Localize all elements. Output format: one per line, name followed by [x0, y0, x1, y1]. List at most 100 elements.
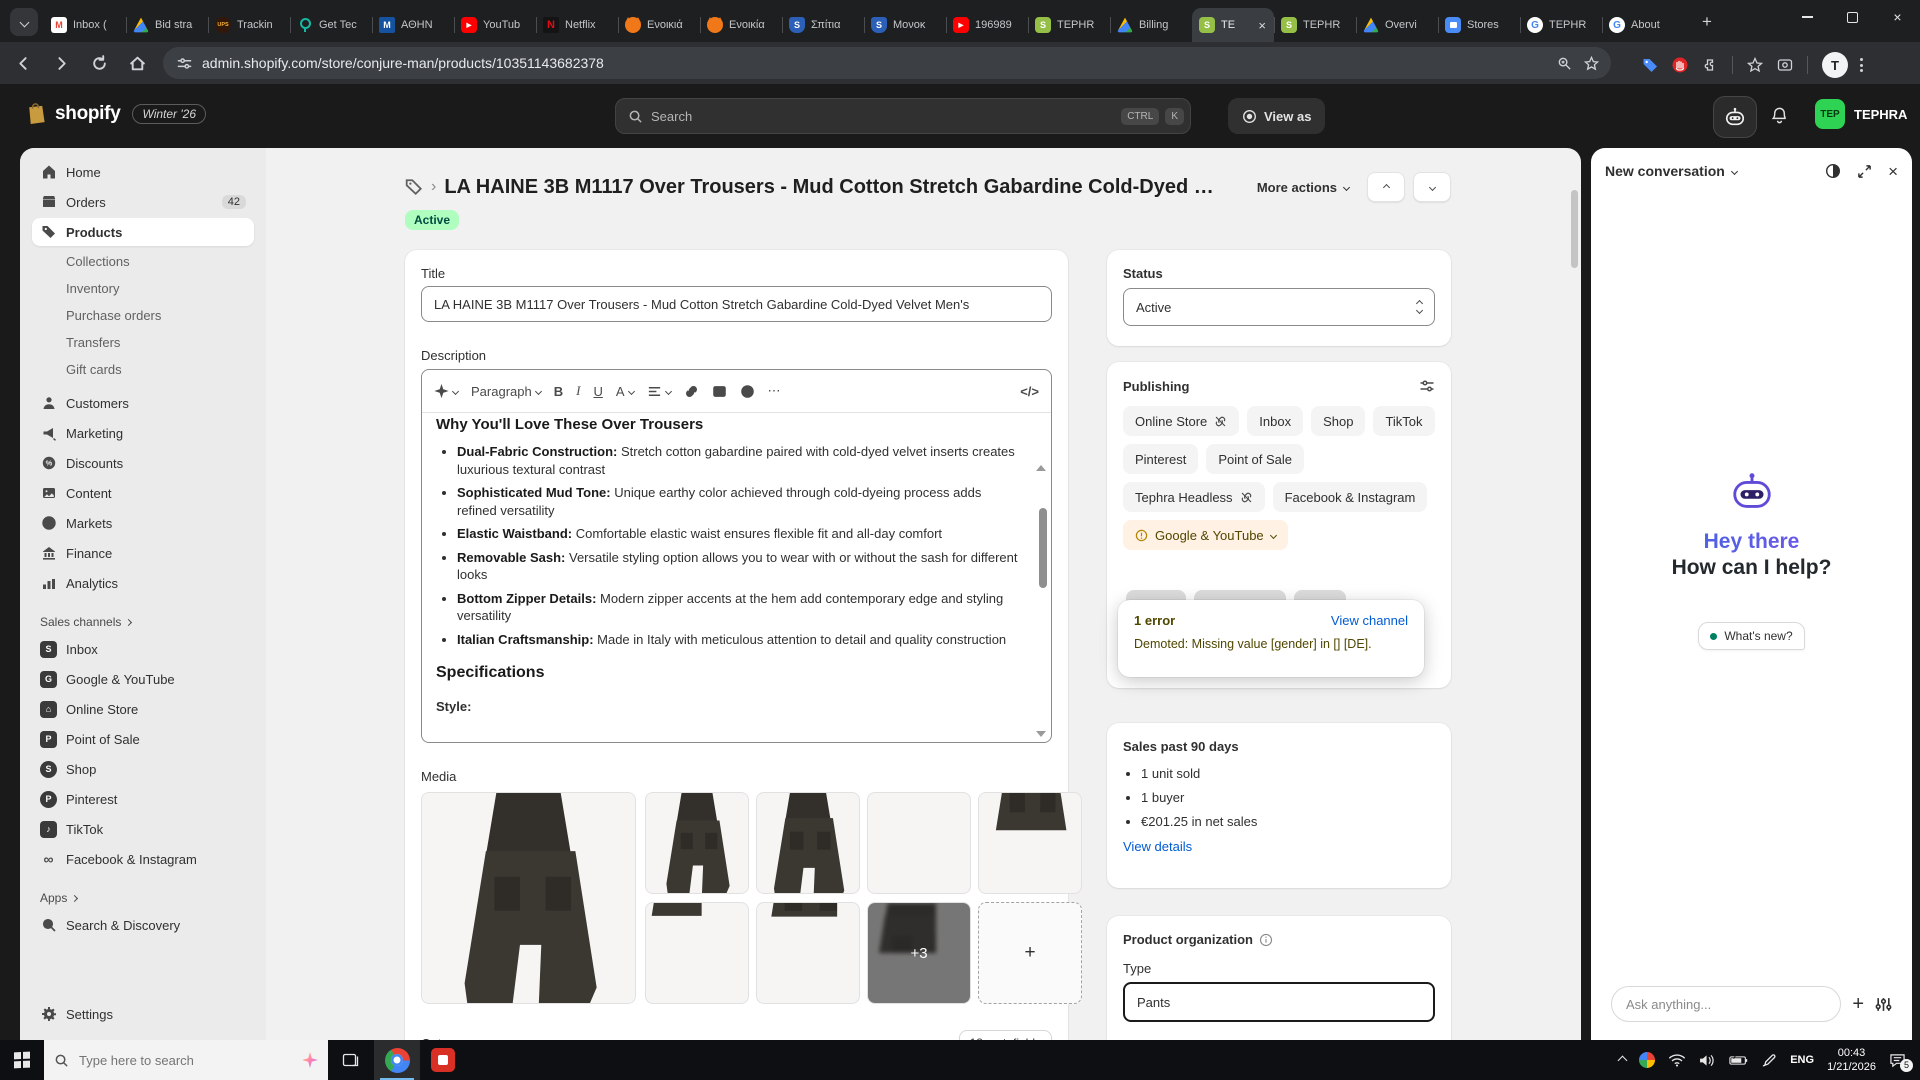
sidebar-channel-item[interactable]: S Shop	[32, 755, 254, 783]
sidebar-channel-item[interactable]: P Point of Sale	[32, 725, 254, 753]
taskbar-search[interactable]	[44, 1040, 328, 1080]
conversation-title[interactable]: New conversation	[1605, 163, 1725, 179]
paragraph-style-dropdown[interactable]: Paragraph	[471, 384, 541, 399]
site-settings-icon[interactable]	[177, 56, 192, 71]
product-title-input[interactable]	[421, 286, 1052, 322]
tab-close-icon[interactable]: ×	[1257, 18, 1267, 33]
browser-tab[interactable]: S Μονοκ	[864, 8, 946, 42]
page-scrollbar[interactable]	[1571, 190, 1578, 268]
sidebar-item-customers[interactable]: Customers	[32, 389, 254, 417]
publishing-channel-pill[interactable]: Online Store	[1123, 406, 1239, 436]
sidebar-subitem[interactable]: Transfers	[32, 329, 254, 355]
wifi-icon[interactable]	[1668, 1054, 1686, 1067]
browser-tab[interactable]: G About	[1602, 8, 1684, 42]
start-button[interactable]	[0, 1040, 44, 1080]
more-formatting-icon[interactable]: ⋯	[768, 383, 781, 399]
link-icon[interactable]	[684, 384, 699, 399]
publishing-channel-pill[interactable]: Pinterest	[1123, 444, 1198, 474]
browser-tab[interactable]: Get Tec	[290, 8, 372, 42]
scroll-down-icon[interactable]	[1036, 731, 1046, 737]
sidebar-item-analytics[interactable]: Analytics	[32, 569, 254, 597]
browser-tab[interactable]: M Inbox (	[44, 8, 126, 42]
close-window-icon[interactable]: ×	[1875, 0, 1920, 34]
minimize-window-icon[interactable]	[1785, 0, 1830, 34]
scroll-up-icon[interactable]	[1036, 465, 1046, 471]
publishing-settings-icon[interactable]	[1419, 378, 1435, 394]
tray-color-app-icon[interactable]	[1639, 1052, 1655, 1068]
tag-extension-icon[interactable]	[1642, 57, 1658, 73]
publishing-channel-pill[interactable]: Point of Sale	[1206, 444, 1304, 474]
media-thumbnail[interactable]	[867, 792, 971, 894]
account-menu[interactable]: TEP TEPHRA	[1815, 99, 1907, 129]
taskbar-search-input[interactable]	[77, 1052, 294, 1069]
star-collection-icon[interactable]	[1747, 57, 1763, 73]
input-options-icon[interactable]	[1875, 996, 1892, 1013]
browser-tab[interactable]: Stores	[1438, 8, 1520, 42]
sidebar-item-products[interactable]: Products	[32, 218, 254, 246]
browser-tab[interactable]: S Σπίτια	[782, 8, 864, 42]
browser-tab[interactable]: UPS Trackin	[208, 8, 290, 42]
tab-capture-icon[interactable]	[1777, 57, 1793, 73]
reload-icon[interactable]	[84, 48, 114, 78]
admin-search-button[interactable]: Search CTRL K	[615, 98, 1191, 134]
sidebar-app-item[interactable]: Search & Discovery	[32, 911, 254, 939]
add-media-button[interactable]: +	[978, 902, 1082, 1004]
metafields-button[interactable]: 18 metafields	[959, 1030, 1052, 1040]
publishing-channel-pill[interactable]: Tephra Headless	[1123, 482, 1265, 512]
browser-tab[interactable]: Billing	[1110, 8, 1192, 42]
info-icon[interactable]	[1259, 933, 1273, 947]
browser-tab[interactable]: S TE ×	[1192, 8, 1274, 42]
code-view-button[interactable]: </>	[1020, 384, 1039, 399]
browser-tab[interactable]: ▶ 196989	[946, 8, 1028, 42]
insert-video-icon[interactable]	[740, 384, 755, 399]
taskbar-pinned-app-button[interactable]	[420, 1040, 466, 1080]
notification-center-icon[interactable]: 5	[1889, 1053, 1906, 1068]
sidebar-item-markets[interactable]: Markets	[32, 509, 254, 537]
sidebar-channel-item[interactable]: P Pinterest	[32, 785, 254, 813]
extensions-puzzle-icon[interactable]	[1702, 57, 1718, 73]
sidebar-item-discounts[interactable]: % Discounts	[32, 449, 254, 477]
bold-button[interactable]: B	[554, 384, 563, 399]
close-icon[interactable]: ×	[1888, 163, 1898, 180]
sidebar-channel-item[interactable]: ∞ Facebook & Instagram	[32, 845, 254, 873]
sidebar-item-finance[interactable]: Finance	[32, 539, 254, 567]
browser-tab[interactable]: ▶ YouTub	[454, 8, 536, 42]
sidebar-channel-item[interactable]: S Inbox	[32, 635, 254, 663]
tray-chevron-up-icon[interactable]	[1619, 1057, 1626, 1064]
home-icon[interactable]	[122, 48, 152, 78]
sidebar-subitem[interactable]: Gift cards	[32, 356, 254, 382]
tab-search-button[interactable]	[10, 8, 38, 36]
sidebar-channel-item[interactable]: ⌂ Online Store	[32, 695, 254, 723]
language-indicator[interactable]: ENG	[1790, 1054, 1814, 1066]
media-more-overlay[interactable]: +3	[867, 902, 971, 1004]
whats-new-chip[interactable]: What's new?	[1698, 622, 1804, 650]
product-type-input[interactable]: Pants	[1123, 982, 1435, 1022]
forward-icon[interactable]	[46, 48, 76, 78]
media-thumbnail[interactable]	[756, 792, 860, 894]
pen-icon[interactable]	[1762, 1053, 1777, 1068]
sidebar-item-content[interactable]: Content	[32, 479, 254, 507]
media-thumbnail[interactable]	[645, 792, 749, 894]
media-thumbnail[interactable]	[645, 902, 749, 1004]
browser-tab[interactable]: Ενοικία	[700, 8, 782, 42]
apps-header[interactable]: Apps	[20, 885, 266, 911]
view-channel-link[interactable]: View channel	[1331, 613, 1408, 628]
italic-button[interactable]: I	[576, 383, 580, 399]
sidebar-item-settings[interactable]: Settings	[32, 1000, 254, 1028]
sidebar-item-home[interactable]: Home	[32, 158, 254, 186]
sales-channels-header[interactable]: Sales channels	[20, 609, 266, 635]
browser-tab[interactable]: S TEPHR	[1274, 8, 1356, 42]
view-as-button[interactable]: View as	[1228, 98, 1325, 134]
media-thumbnail[interactable]	[978, 792, 1082, 894]
more-actions-button[interactable]: More actions	[1247, 173, 1359, 202]
browser-tab[interactable]: Bid stra	[126, 8, 208, 42]
publishing-channel-pill[interactable]: Facebook & Instagram	[1273, 482, 1428, 512]
task-view-button[interactable]	[328, 1040, 374, 1080]
restore-window-icon[interactable]	[1830, 0, 1875, 34]
browser-tab[interactable]: G TEPHR	[1520, 8, 1602, 42]
theme-toggle-icon[interactable]	[1825, 163, 1841, 179]
sidekick-button[interactable]	[1713, 96, 1757, 138]
search-highlights-icon[interactable]	[302, 1052, 318, 1068]
previous-product-button[interactable]	[1367, 172, 1405, 202]
sidebar-channel-item[interactable]: ♪ TikTok	[32, 815, 254, 843]
